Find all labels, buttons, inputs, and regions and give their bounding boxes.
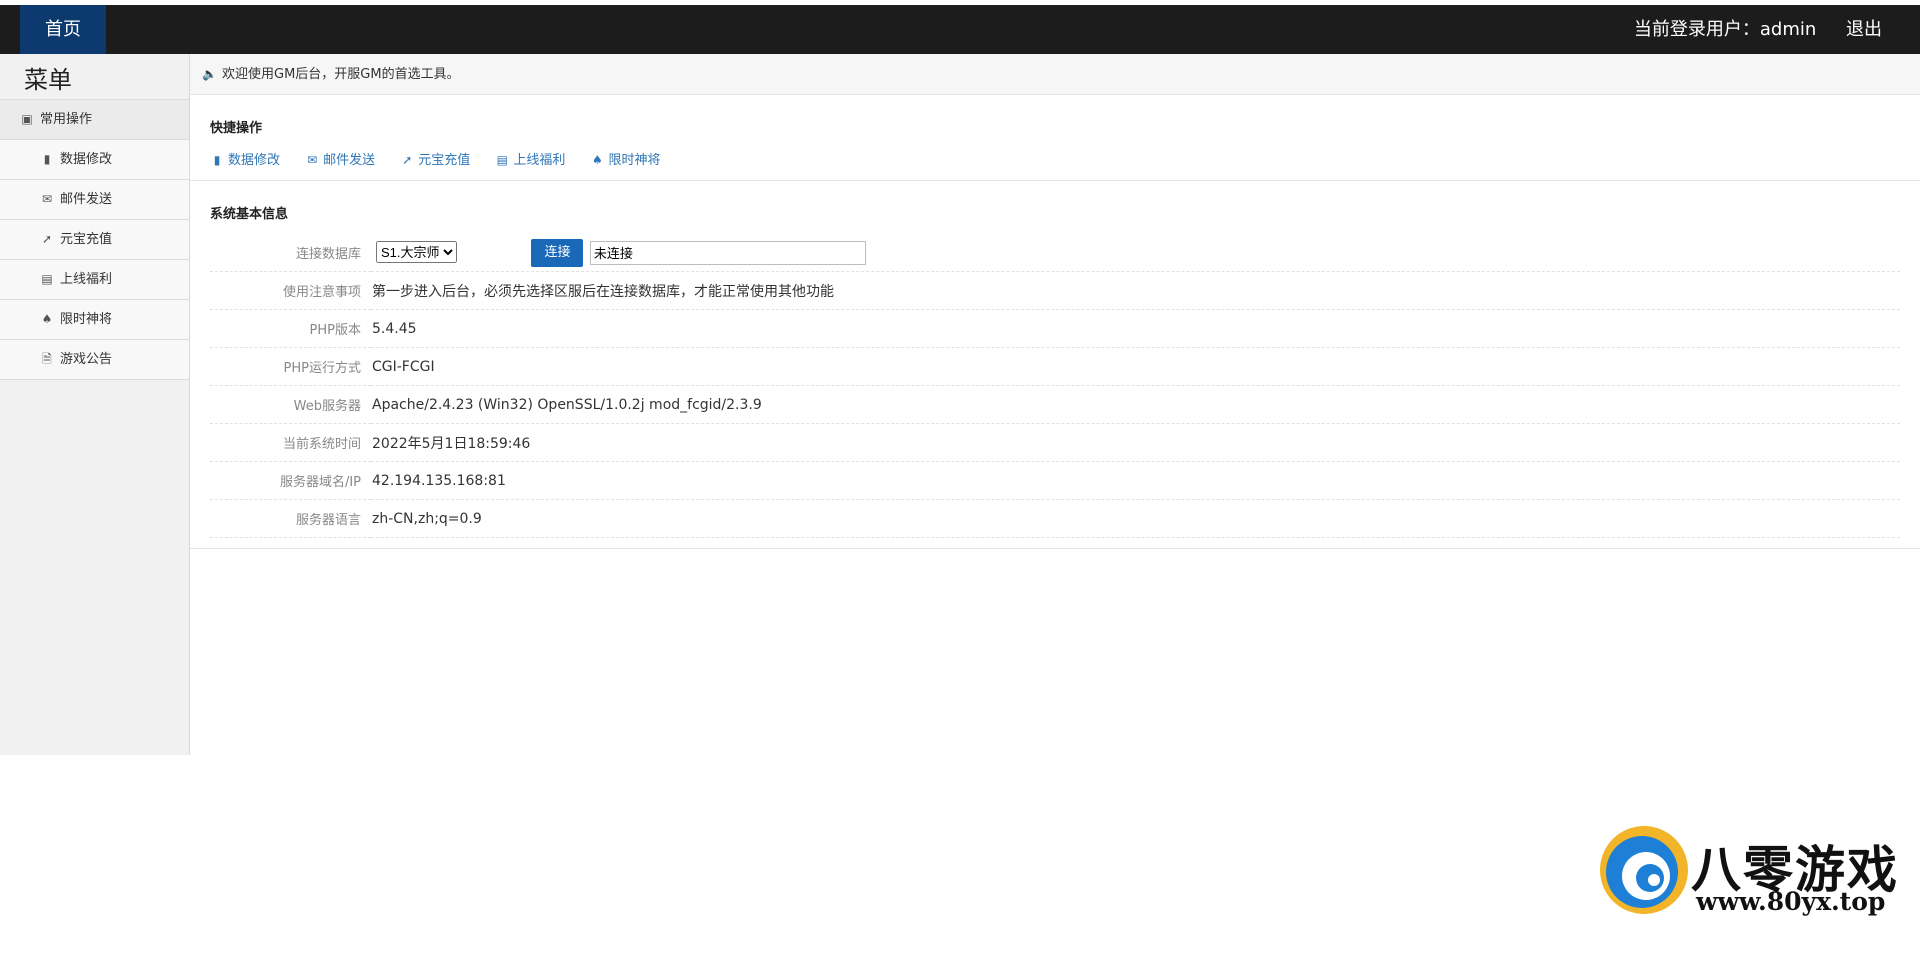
connection-status-field[interactable] — [589, 240, 866, 265]
sidebar-item-recharge[interactable]: ➚ 元宝充值 — [0, 220, 189, 260]
quick-actions-panel: 快捷操作 ▮ 数据修改 ✉ 邮件发送 ➚ 元宝充值 ▤ 上线福利 ♠ 限时神将 — [190, 95, 1920, 181]
info-value: CGI-FCGI — [371, 347, 1900, 386]
system-info-table: 连接数据库 S1.大宗师 连接 使用注意事项 第一步进入后台，必须先选择区服后在… — [210, 234, 1900, 538]
info-value: 第一步进入后台，必须先选择区服后在连接数据库，才能正常使用其他功能 — [371, 271, 1900, 310]
list-icon: ▤ — [496, 153, 508, 167]
menu-title: 菜单 — [0, 54, 189, 100]
menu-group-common[interactable]: ▣ 常用操作 — [0, 100, 189, 140]
envelope-icon: ✉ — [41, 192, 53, 206]
info-label: 当前系统时间 — [210, 423, 371, 462]
db-select[interactable]: S1.大宗师 — [376, 241, 457, 263]
info-value: 5.4.45 — [371, 309, 1900, 348]
home-nav-button[interactable]: 首页 — [20, 5, 106, 54]
quick-link-label: 上线福利 — [513, 153, 566, 168]
spade-icon: ♠ — [592, 153, 603, 167]
logout-link[interactable]: 退出 — [1846, 5, 1882, 54]
info-label: PHP运行方式 — [210, 347, 371, 386]
envelope-icon: ✉ — [307, 153, 318, 167]
quick-link-limited-hero[interactable]: ♠ 限时神将 — [590, 153, 660, 168]
sidebar-item-welfare[interactable]: ▤ 上线福利 — [0, 260, 189, 300]
info-label: PHP版本 — [210, 309, 371, 348]
file-icon: 🗎 — [42, 352, 52, 366]
sidebar-item-label: 限时神将 — [60, 312, 113, 327]
watermark-logo: 八零游戏 www.80yx.top — [1596, 822, 1901, 918]
sidebar: 菜单 ▣ 常用操作 ▮ 数据修改 ✉ 邮件发送 ➚ 元宝充值 ▤ 上线福利 ♠ 限时神将 🗎… — [0, 54, 190, 755]
table-row: Web服务器 Apache/2.4.23 (Win32) OpenSSL/1.0… — [210, 385, 1900, 424]
sidebar-item-label: 邮件发送 — [60, 192, 113, 207]
table-row: 连接数据库 S1.大宗师 连接 — [210, 234, 1900, 272]
table-row: PHP版本 5.4.45 — [210, 309, 1900, 348]
sidebar-item-limited-hero[interactable]: ♠ 限时神将 — [0, 300, 189, 340]
sidebar-item-label: 上线福利 — [60, 272, 113, 287]
quick-link-mail[interactable]: ✉ 邮件发送 — [305, 153, 375, 168]
quick-actions-title: 快捷操作 — [210, 121, 263, 136]
info-value: 42.194.135.168:81 — [371, 461, 1900, 500]
table-row: 服务器域名/IP 42.194.135.168:81 — [210, 461, 1900, 500]
quick-link-data-edit[interactable]: ▮ 数据修改 — [210, 153, 280, 168]
system-info-title: 系统基本信息 — [210, 207, 289, 222]
system-info-panel: 系统基本信息 连接数据库 S1.大宗师 连接 使用注意事项 第一步进入后台，必须… — [190, 181, 1920, 549]
info-label: 服务器域名/IP — [210, 461, 371, 500]
table-row: 当前系统时间 2022年5月1日18:59:46 — [210, 423, 1900, 462]
spade-icon: ♠ — [41, 312, 53, 326]
logo-url: www.80yx.top — [1696, 887, 1886, 916]
quick-link-welfare[interactable]: ▤ 上线福利 — [495, 153, 566, 168]
db-connect-cell: S1.大宗师 连接 — [371, 234, 1900, 272]
user-area: 当前登录用户：admin 退出 — [1634, 5, 1882, 54]
sidebar-item-mail[interactable]: ✉ 邮件发送 — [0, 180, 189, 220]
info-value: Apache/2.4.23 (Win32) OpenSSL/1.0.2j mod… — [371, 385, 1900, 424]
plug-icon: ➚ — [402, 153, 413, 167]
current-user-label: 当前登录用户：admin — [1633, 19, 1817, 40]
books-icon: ▮ — [213, 153, 221, 167]
logo-swirl-icon — [1600, 826, 1688, 914]
quick-link-recharge[interactable]: ➚ 元宝充值 — [400, 153, 470, 168]
sidebar-item-label: 元宝充值 — [60, 232, 113, 247]
list-icon: ▤ — [41, 272, 53, 286]
db-label: 连接数据库 — [210, 234, 371, 272]
top-navbar: 首页 当前登录用户：admin 退出 — [0, 5, 1920, 54]
quick-link-label: 数据修改 — [228, 153, 281, 168]
info-value: zh-CN,zh;q=0.9 — [371, 499, 1900, 538]
speaker-icon: 🔈 — [202, 67, 217, 81]
table-row: 使用注意事项 第一步进入后台，必须先选择区服后在连接数据库，才能正常使用其他功能 — [210, 271, 1900, 310]
table-row: 服务器语言 zh-CN,zh;q=0.9 — [210, 499, 1900, 538]
sidebar-item-announcement[interactable]: 🗎 游戏公告 — [0, 340, 189, 380]
plug-icon: ➚ — [41, 232, 53, 246]
info-label: Web服务器 — [210, 385, 371, 424]
welcome-bar: 🔈 欢迎使用GM后台，开服GM的首选工具。 — [190, 54, 1920, 95]
quick-link-label: 限时神将 — [608, 153, 661, 168]
welcome-text: 欢迎使用GM后台，开服GM的首选工具。 — [222, 67, 460, 82]
quick-link-label: 元宝充值 — [418, 153, 471, 168]
sidebar-item-data-edit[interactable]: ▮ 数据修改 — [0, 140, 189, 180]
books-icon: ▮ — [43, 152, 51, 166]
sidebar-item-label: 游戏公告 — [60, 352, 113, 367]
main-content: 🔈 欢迎使用GM后台，开服GM的首选工具。 快捷操作 ▮ 数据修改 ✉ 邮件发送 ➚ 元… — [190, 54, 1920, 549]
info-label: 服务器语言 — [210, 499, 371, 538]
dashboard-icon: ▣ — [21, 112, 33, 126]
connect-button[interactable]: 连接 — [531, 238, 584, 267]
info-label: 使用注意事项 — [210, 271, 371, 310]
quick-links: ▮ 数据修改 ✉ 邮件发送 ➚ 元宝充值 ▤ 上线福利 ♠ 限时神将 — [210, 136, 1900, 180]
quick-link-label: 邮件发送 — [323, 153, 376, 168]
info-value: 2022年5月1日18:59:46 — [371, 423, 1900, 462]
menu-group-label: 常用操作 — [40, 112, 93, 127]
sidebar-item-label: 数据修改 — [60, 152, 113, 167]
table-row: PHP运行方式 CGI-FCGI — [210, 347, 1900, 386]
